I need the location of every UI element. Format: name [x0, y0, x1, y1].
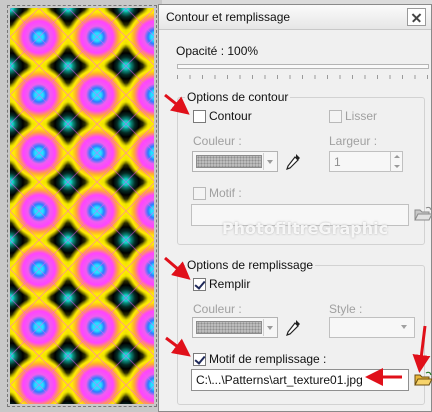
arrow-folder-button	[412, 325, 431, 373]
arrow-fill-pattern	[165, 336, 191, 357]
arrow-fill	[164, 256, 191, 280]
annotation-arrows	[164, 93, 431, 386]
arrow-contour	[164, 93, 190, 115]
